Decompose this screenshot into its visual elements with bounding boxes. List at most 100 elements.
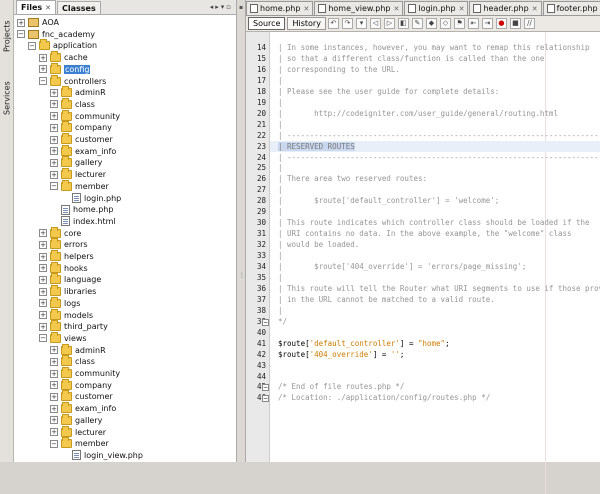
tree-item[interactable]: −fnc_academy (17, 29, 95, 40)
last-edit-icon[interactable]: ▾ (356, 18, 367, 29)
tab-classes[interactable]: Classes (57, 1, 101, 14)
tree-item[interactable]: home.php (50, 204, 113, 215)
expand-icon[interactable]: + (50, 124, 58, 132)
editor-tab[interactable]: home_view.php✕ (314, 1, 403, 15)
collapse-icon[interactable]: − (39, 334, 47, 342)
expand-icon[interactable]: + (50, 171, 58, 179)
tree-item[interactable]: +company (50, 122, 112, 133)
tree-item[interactable]: +third_party (39, 321, 108, 332)
editor-tab[interactable]: footer.php✕ (543, 1, 600, 15)
source-button[interactable]: Source (248, 17, 285, 30)
editor-tab[interactable]: login.php✕ (404, 1, 468, 15)
tree-item[interactable]: +hooks (39, 263, 88, 274)
expand-icon[interactable]: + (50, 147, 58, 155)
tree-item[interactable]: +config (39, 64, 90, 75)
tree-item[interactable]: login_view.php (61, 450, 143, 461)
expand-icon[interactable]: + (39, 288, 47, 296)
tree-item[interactable]: −member (50, 438, 109, 449)
expand-icon[interactable]: + (50, 100, 58, 108)
close-tab-icon[interactable]: ✕ (303, 5, 309, 13)
expand-icon[interactable]: + (39, 229, 47, 237)
tree-item[interactable]: +community (50, 368, 120, 379)
tree-item[interactable]: +logs (39, 298, 80, 309)
expand-icon[interactable]: + (50, 136, 58, 144)
tree-item[interactable]: +exam_info (50, 146, 116, 157)
tree-item[interactable]: +class (50, 356, 95, 367)
tree-item[interactable]: −controllers (39, 76, 106, 87)
expand-icon[interactable]: + (39, 311, 47, 319)
collapse-icon[interactable]: − (50, 182, 58, 190)
tree-item[interactable]: +community (50, 111, 120, 122)
previous-bookmark-icon[interactable]: ◆ (426, 18, 437, 29)
start-macro-icon[interactable]: ● (496, 18, 507, 29)
fold-icon[interactable]: − (262, 319, 269, 326)
tree-item[interactable]: +adminR (50, 87, 106, 98)
selection-search-icon[interactable]: ✎ (412, 18, 423, 29)
services-side-tab[interactable]: Services (1, 70, 13, 126)
expand-icon[interactable]: + (50, 416, 58, 424)
tree-item[interactable]: +customer (50, 134, 113, 145)
expand-icon[interactable]: + (39, 299, 47, 307)
toggle-highlight-icon[interactable]: ◧ (398, 18, 409, 29)
tree-item[interactable]: +company (50, 380, 112, 391)
code-area[interactable]: | In some instances, however, you may wa… (270, 32, 600, 462)
tree-item[interactable]: +exam_info (50, 403, 116, 414)
expand-icon[interactable]: + (50, 405, 58, 413)
forward-icon[interactable]: ↷ (342, 18, 353, 29)
tree-item[interactable]: −views (39, 333, 87, 344)
expand-icon[interactable]: + (17, 19, 25, 27)
collapse-icon[interactable]: − (17, 30, 25, 38)
tree-item[interactable]: +adminR (50, 345, 106, 356)
shift-left-icon[interactable]: ⇤ (468, 18, 479, 29)
shift-right-icon[interactable]: ⇥ (482, 18, 493, 29)
editor-tab[interactable]: home.php✕ (246, 1, 313, 15)
fold-icon[interactable]: − (262, 384, 269, 391)
expand-icon[interactable]: + (39, 276, 47, 284)
expand-icon[interactable]: + (50, 393, 58, 401)
next-bookmark-icon[interactable]: ◇ (440, 18, 451, 29)
tree-item[interactable]: +libraries (39, 286, 96, 297)
expand-icon[interactable]: + (39, 264, 47, 272)
stop-macro-icon[interactable]: ■ (510, 18, 521, 29)
expand-icon[interactable]: + (39, 253, 47, 261)
expand-icon[interactable]: + (50, 346, 58, 354)
tree-item[interactable]: login.php (61, 193, 121, 204)
panel-splitter[interactable]: ▪ ⋮ (236, 0, 246, 462)
tree-item[interactable]: +lecturer (50, 169, 106, 180)
tree-item[interactable]: +customer (50, 391, 113, 402)
tree-item[interactable]: +cache (39, 52, 88, 63)
panel-controls[interactable]: ◂▸▾▫ (210, 3, 233, 11)
expand-icon[interactable]: + (50, 358, 58, 366)
tree-item[interactable]: +errors (39, 239, 88, 250)
tree-item[interactable]: +helpers (39, 251, 94, 262)
minimize-icon[interactable]: ▪ (239, 4, 243, 11)
comment-icon[interactable]: // (524, 18, 535, 29)
history-button[interactable]: History (287, 17, 325, 30)
collapse-icon[interactable]: − (39, 77, 47, 85)
expand-icon[interactable]: + (50, 112, 58, 120)
tree-item[interactable]: +AOA (17, 17, 59, 28)
collapse-icon[interactable]: − (50, 440, 58, 448)
tree-item[interactable]: +lecturer (50, 427, 106, 438)
expand-icon[interactable]: + (50, 370, 58, 378)
expand-icon[interactable]: + (50, 428, 58, 436)
find-next-icon[interactable]: ▷ (384, 18, 395, 29)
tree-item[interactable]: −member (50, 181, 109, 192)
find-previous-icon[interactable]: ◁ (370, 18, 381, 29)
expand-icon[interactable]: + (50, 381, 58, 389)
tree-item[interactable]: +language (39, 274, 101, 285)
collapse-icon[interactable]: − (28, 42, 36, 50)
close-tab-icon[interactable]: ✕ (393, 5, 399, 13)
tree-item[interactable]: index.html (50, 216, 116, 227)
projects-side-tab[interactable]: Projects (1, 8, 13, 64)
fold-icon[interactable]: − (262, 395, 269, 402)
tree-item[interactable]: +gallery (50, 415, 102, 426)
toggle-bookmark-icon[interactable]: ⚑ (454, 18, 465, 29)
close-tab-icon[interactable]: ✕ (459, 5, 465, 13)
expand-icon[interactable]: + (39, 65, 47, 73)
tree-item[interactable]: +core (39, 228, 81, 239)
expand-icon[interactable]: + (50, 159, 58, 167)
splitter-grip-icon[interactable]: ⋮ (239, 272, 245, 279)
tree-item[interactable]: +gallery (50, 157, 102, 168)
back-icon[interactable]: ↶ (328, 18, 339, 29)
